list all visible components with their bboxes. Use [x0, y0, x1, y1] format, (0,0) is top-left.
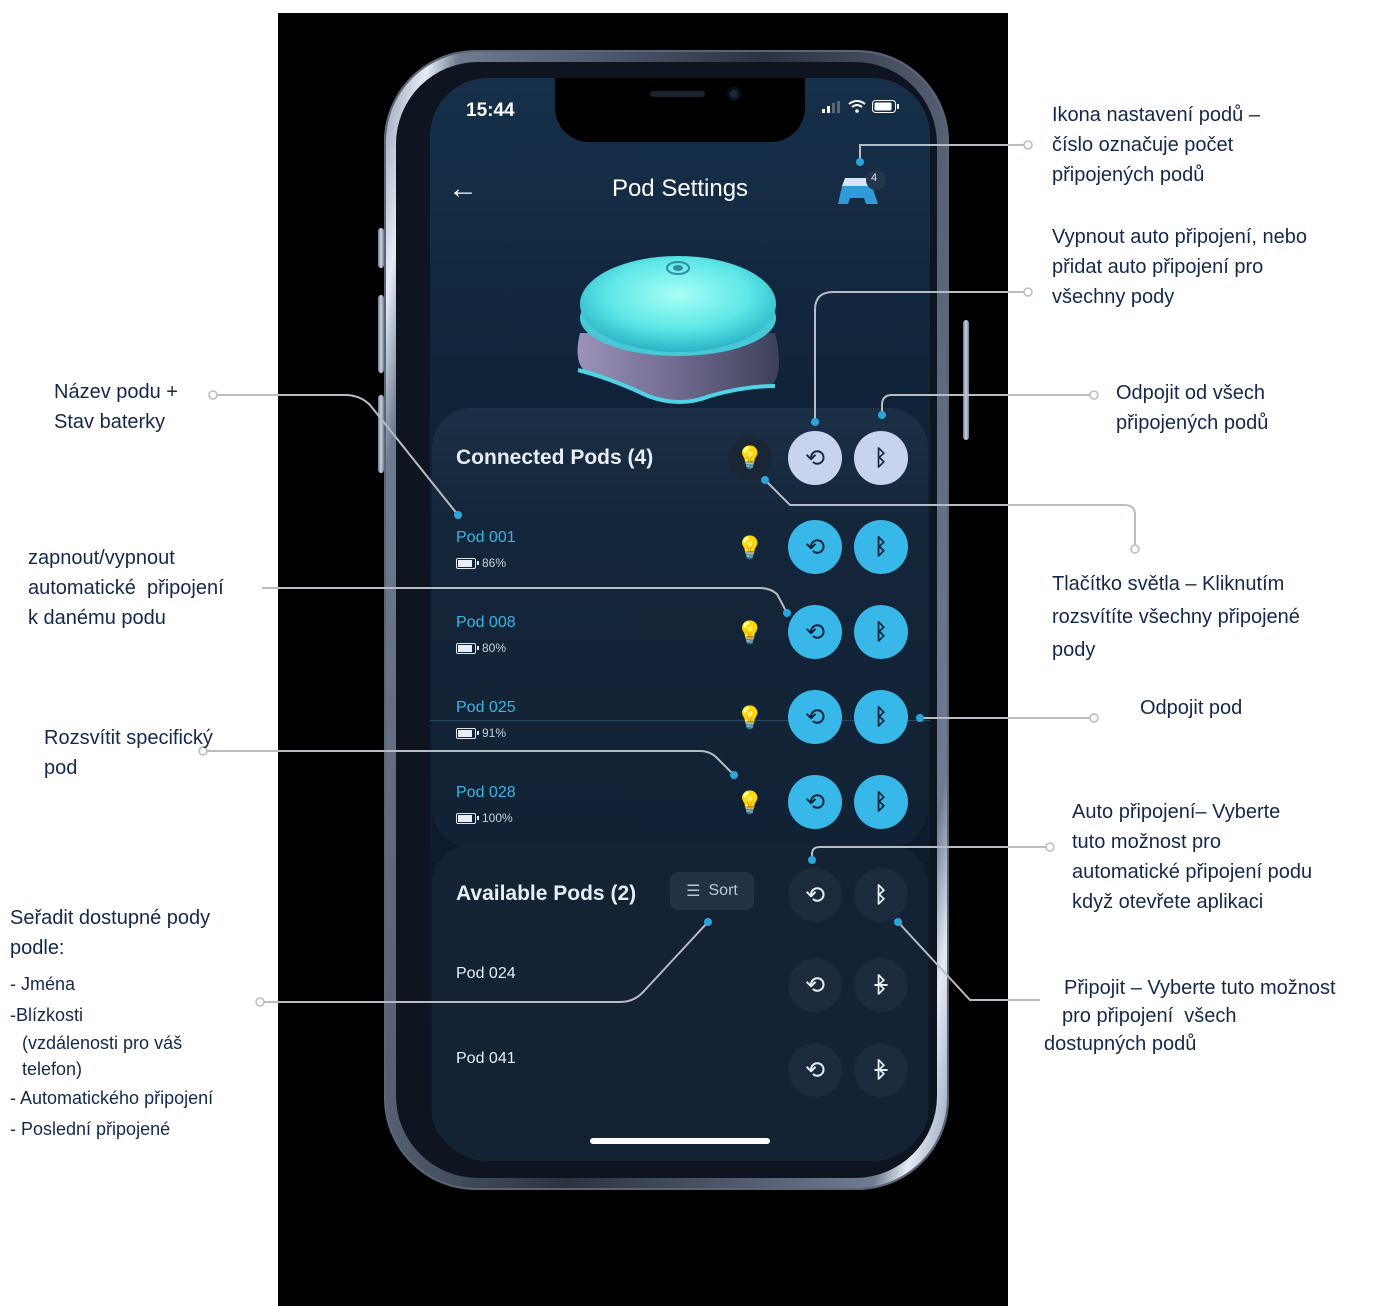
annotation-settings-icon: Ikona nastavení podů – číslo označuje poč… [1052, 104, 1260, 186]
wifi-icon [848, 100, 866, 113]
connect-all-button[interactable]: ᛒ [854, 868, 908, 922]
auto-connect-toggle[interactable]: ⟲ [788, 958, 842, 1012]
bluetooth-icon: ᛒ [874, 619, 888, 644]
annotation-light-pod: Rozsvítit specifický pod [44, 727, 213, 779]
battery-icon [456, 557, 479, 569]
pod-battery: 91% [456, 726, 506, 740]
pod-settings-icon[interactable]: 4 [832, 168, 892, 208]
disconnect-pod-button[interactable]: ᛒ [854, 605, 908, 659]
auto-reconnect-icon: ⟲ [804, 703, 826, 731]
disconnect-pod-button[interactable]: ᛒ [854, 690, 908, 744]
bluetooth-icon: ᛒ [874, 882, 888, 907]
auto-connect-toggle[interactable]: ⟲ [788, 605, 842, 659]
auto-reconnect-icon: ⟲ [804, 788, 826, 816]
bluetooth-icon: ᛒ [874, 704, 888, 729]
annotation-auto-all: Vypnout auto připojení, nebo přidat auto … [1052, 226, 1308, 308]
pod-battery: 100% [456, 811, 513, 825]
pod-name: Pod 041 [456, 1050, 516, 1067]
bluetooth-off-icon: ᛒ [874, 972, 888, 997]
sort-label: Sort [708, 882, 738, 899]
annotation-sort: Seřadit dostupné pody podle: [10, 907, 211, 959]
home-indicator [590, 1138, 770, 1144]
light-pod-button[interactable]: 💡 [728, 696, 772, 740]
signal-icon [822, 100, 840, 113]
disconnect-pod-button[interactable]: ᛒ [854, 775, 908, 829]
battery-icon [456, 642, 479, 654]
available-pods-title: Available Pods (2) [456, 882, 637, 905]
app-screen: 15:44 ← Pod Settings 4 Connected Pods (4… [430, 78, 930, 1161]
auto-connect-toggle[interactable]: ⟲ [788, 520, 842, 574]
pod-name: Pod 028 [456, 784, 516, 801]
power-button [963, 320, 969, 440]
lightbulb-icon: 💡 [736, 790, 764, 815]
pod-battery: 80% [456, 641, 506, 655]
annotation-pod-name: Název podu + Stav baterky [54, 381, 178, 433]
connect-pod-button[interactable]: ᛒ [854, 1043, 908, 1097]
lightbulb-icon: 💡 [736, 445, 764, 470]
lightbulb-icon: 💡 [736, 535, 764, 560]
auto-connect-toggle[interactable]: ⟲ [788, 775, 842, 829]
annotation-connect: Připojit – Vyberte tuto možnost pro připo… [1044, 977, 1336, 1055]
auto-reconnect-icon: ⟲ [804, 881, 826, 909]
annotation-auto-connect: Auto připojení– Vyberte tuto možnost pro a… [1072, 801, 1313, 913]
pod-name: Pod 001 [456, 529, 516, 546]
annotation-disconnect-all: Odpojit od všech připojených podů [1116, 382, 1269, 434]
annotation-disconnect-pod: Odpojit pod [1140, 697, 1243, 719]
auto-reconnect-icon: ⟲ [804, 444, 826, 472]
bluetooth-off-icon: ᛒ [874, 1057, 888, 1082]
status-time: 15:44 [466, 100, 515, 121]
status-icons [822, 100, 900, 113]
battery-icon [456, 812, 479, 824]
disconnect-pod-button[interactable]: ᛒ [854, 520, 908, 574]
lightbulb-icon: 💡 [736, 705, 764, 730]
pod-device-image [577, 256, 779, 404]
bluetooth-icon: ᛒ [874, 534, 888, 559]
auto-connect-toggle[interactable]: ⟲ [788, 690, 842, 744]
pod-name: Pod 008 [456, 614, 516, 631]
pod-battery: 86% [456, 556, 506, 570]
pod-name: Pod 024 [456, 965, 516, 982]
battery-icon [456, 727, 479, 739]
annotation-light-button: Tlačítko světla – Kliknutím rozsvítíte vš… [1052, 573, 1300, 661]
auto-connect-toggle[interactable]: ⟲ [788, 1043, 842, 1097]
sort-button[interactable]: ☰ Sort [670, 872, 754, 910]
notch [555, 78, 805, 142]
auto-connect-available-button[interactable]: ⟲ [788, 868, 842, 922]
bluetooth-icon: ᛒ [874, 789, 888, 814]
pod-stack-icon [838, 170, 886, 204]
auto-connect-all-button[interactable]: ⟲ [788, 431, 842, 485]
auto-reconnect-icon: ⟲ [804, 618, 826, 646]
annotation-toggle-auto: zapnout/vypnout automatické připojení k da… [28, 547, 224, 629]
auto-reconnect-icon: ⟲ [804, 533, 826, 561]
battery-status-icon [872, 100, 899, 113]
connect-pod-button[interactable]: ᛒ [854, 958, 908, 1012]
auto-reconnect-icon: ⟲ [804, 1056, 826, 1084]
light-pod-button[interactable]: 💡 [728, 611, 772, 655]
auto-reconnect-icon: ⟲ [804, 971, 826, 999]
connected-pods-title: Connected Pods (4) [456, 446, 654, 469]
disconnect-all-button[interactable]: ᛒ [854, 431, 908, 485]
filter-icon: ☰ [686, 883, 701, 900]
lightbulb-icon: 💡 [736, 620, 764, 645]
pod-name: Pod 025 [456, 699, 516, 716]
light-pod-button[interactable]: 💡 [728, 781, 772, 825]
light-pod-button[interactable]: 💡 [728, 526, 772, 570]
bluetooth-icon: ᛒ [874, 445, 888, 470]
light-all-button[interactable]: 💡 [728, 436, 772, 480]
annotation-sort-options: - Jména -Blízkosti (vzdálenosti pro váš … [10, 974, 214, 1139]
pods-count-badge: 4 [871, 172, 878, 184]
